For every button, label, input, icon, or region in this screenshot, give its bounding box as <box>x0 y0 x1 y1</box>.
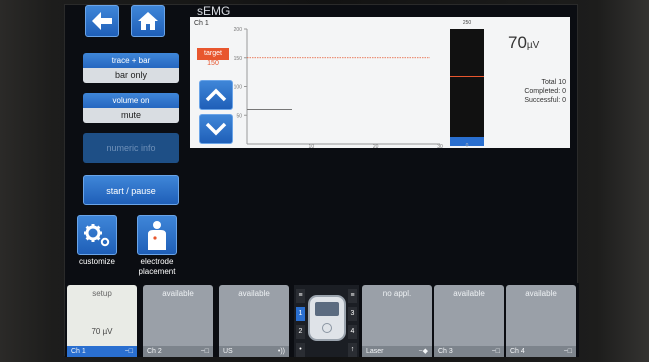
channel-tile-ch1[interactable]: setup 70 µV Ch 1 −□ <box>67 285 137 357</box>
screen: sEMG trace + bar bar only volume on mute… <box>64 4 579 357</box>
total-label: Total <box>541 79 557 86</box>
home-button[interactable] <box>131 5 165 37</box>
channel-tile-ch2[interactable]: available Ch 2 −□ <box>143 285 213 357</box>
tile-channel-label: US <box>223 348 233 355</box>
emg-readout: 70µV <box>508 33 539 53</box>
switch-3[interactable]: 3 <box>348 307 357 321</box>
tile-channel-label: Ch 4 <box>510 348 525 355</box>
switch-1[interactable]: 1 <box>296 307 305 321</box>
probe-icon: −□ <box>491 348 500 355</box>
emg-unit: µV <box>526 40 540 51</box>
ultrasound-icon: •)) <box>277 348 285 355</box>
electrode-placement-button[interactable] <box>137 215 177 255</box>
level-bar-track <box>450 29 484 146</box>
channel-bar: setup 70 µV Ch 1 −□ available Ch 2 −□ avai… <box>65 283 579 357</box>
volume-option: volume on <box>83 93 179 108</box>
tile-status: setup <box>92 289 112 298</box>
back-button[interactable] <box>85 5 119 37</box>
tile-channel-label: Ch 1 <box>71 348 86 355</box>
customize-button[interactable] <box>77 215 117 255</box>
bar-scale-bottom: 0 <box>465 143 469 149</box>
trace-panel: Ch 1 target 150 200 150 100 50 10 20 30 250 0 … <box>190 17 570 149</box>
tile-status: available <box>525 289 557 298</box>
successful-value: 0 <box>562 97 566 104</box>
display-mode-toggle[interactable]: trace + bar bar only <box>83 53 179 85</box>
switch-4[interactable]: 4 <box>348 325 357 339</box>
tile-status: available <box>453 289 485 298</box>
tile-channel-label: Ch 2 <box>147 348 162 355</box>
y-tick-label: 200 <box>234 27 243 33</box>
stim-switch[interactable]: ≡ 1 2 • ≡ 3 4 ↑ <box>294 285 359 357</box>
switch-top-left-icon: ≡ <box>296 289 305 303</box>
x-tick-label: 20 <box>373 144 379 148</box>
electrode-label-line1: electrode <box>140 257 174 266</box>
customize-label: customize <box>78 257 115 266</box>
electrode-placement-label: electrode placement <box>129 257 185 277</box>
start-pause-button[interactable]: start / pause <box>83 175 179 205</box>
channel-tile-ch3[interactable]: available Ch 3 −□ <box>434 285 504 357</box>
total-value: 10 <box>558 79 566 86</box>
volume-value: mute <box>83 108 179 123</box>
probe-icon: −□ <box>200 348 209 355</box>
completed-value: 0 <box>562 88 566 95</box>
numeric-info-button[interactable]: numeric info <box>83 133 179 163</box>
tile-channel-label: Laser <box>366 348 384 355</box>
tile-channel-label: Ch 3 <box>438 348 453 355</box>
electrode-label-line2: placement <box>138 267 176 276</box>
bar-target-line <box>450 75 484 77</box>
channel-tile-ch4[interactable]: available Ch 4 −□ <box>506 285 576 357</box>
switch-bottom-right-icon: ↑ <box>348 343 357 357</box>
tile-status: available <box>162 289 194 298</box>
y-tick-label: 100 <box>234 85 243 91</box>
probe-icon: −□ <box>563 348 572 355</box>
app-title: sEMG <box>197 4 231 18</box>
volume-toggle[interactable]: volume on mute <box>83 93 179 125</box>
back-arrow-icon <box>92 12 112 30</box>
x-tick-label: 30 <box>437 144 443 148</box>
stats-block: Total 10 Completed: 0 Successful: 0 <box>524 78 566 105</box>
y-tick-label: 150 <box>234 56 243 62</box>
display-mode-value: bar only <box>83 68 179 83</box>
body-icon <box>148 221 166 250</box>
gears-icon <box>84 224 110 247</box>
bar-scale-top: 250 <box>462 20 472 26</box>
display-mode-option: trace + bar <box>83 53 179 68</box>
probe-icon: −□ <box>124 348 133 355</box>
completed-label: Completed: <box>524 88 561 95</box>
x-tick-label: 10 <box>309 144 315 148</box>
successful-label: Successful: <box>524 97 561 104</box>
switch-bottom-left-icon: • <box>296 343 305 357</box>
laser-icon: −◆ <box>418 348 428 355</box>
device-icon <box>308 295 346 341</box>
switch-2[interactable]: 2 <box>296 325 305 339</box>
tile-status: no appl. <box>382 289 412 298</box>
tile-status: available <box>238 289 270 298</box>
y-tick-label: 50 <box>236 113 242 119</box>
home-icon <box>138 12 158 30</box>
tile-value: 70 µV <box>91 327 113 336</box>
device-frame: sEMG trace + bar bar only volume on mute… <box>0 0 649 362</box>
channel-tile-laser[interactable]: no appl. Laser −◆ <box>362 285 432 357</box>
switch-top-right-icon: ≡ <box>348 289 357 303</box>
channel-tile-us[interactable]: available US •)) <box>219 285 289 357</box>
emg-value: 70 <box>508 33 527 52</box>
